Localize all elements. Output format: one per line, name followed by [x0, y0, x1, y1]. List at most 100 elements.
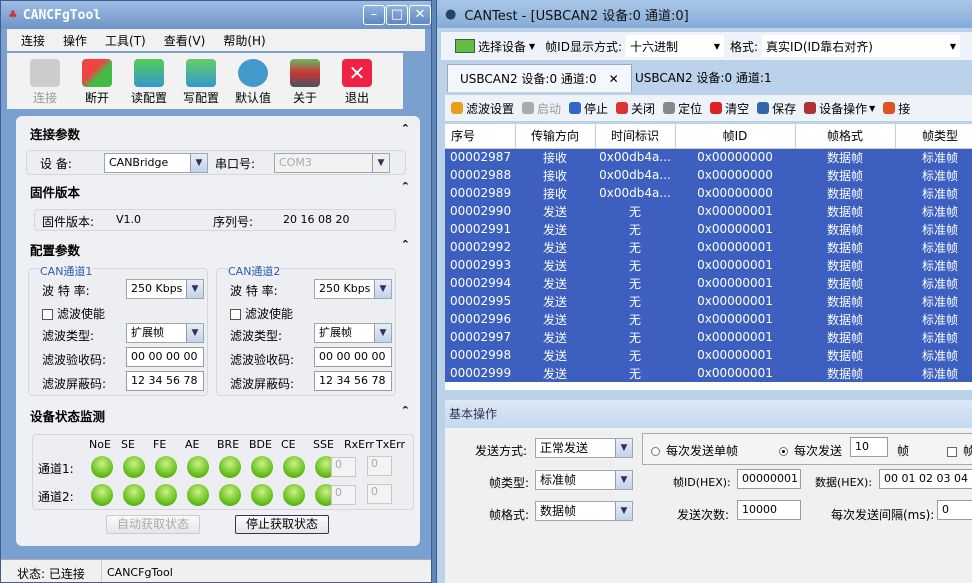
table-row[interactable]: 00002998 发送 无 0x00000001 数据帧 标准帧 — [445, 346, 972, 364]
collapse-icon[interactable]: ⌃ — [401, 404, 410, 417]
id-mode-select[interactable]: 十六进制 ▼ — [626, 35, 724, 57]
acceptance-code-input[interactable]: 00 00 00 00 — [126, 347, 204, 367]
column-header[interactable]: 帧类型 — [895, 124, 972, 149]
about-button[interactable]: 关于 — [279, 53, 331, 109]
single-frame-radio[interactable]: 每次发送单帧 — [651, 442, 738, 459]
table-cell: 标准帧 — [921, 150, 958, 165]
tool-device-ops-button[interactable]: 设备操作 ▼ — [804, 100, 875, 117]
filter-enable-checkbox[interactable]: 滤波使能 — [230, 305, 293, 322]
frame-format-select[interactable]: 数据帧 ▼ — [535, 501, 633, 521]
column-header[interactable]: 帧格式 — [795, 124, 896, 149]
disconnect-button[interactable]: 断开 — [71, 53, 123, 109]
port-select[interactable]: COM3 ▼ — [274, 153, 390, 173]
menu-view[interactable]: 查看(V) — [164, 32, 206, 49]
filter-enable-checkbox[interactable]: 滤波使能 — [42, 305, 105, 322]
exit-button[interactable]: ✕ 退出 — [331, 53, 383, 109]
menu-connect[interactable]: 连接 — [21, 32, 45, 49]
column-header[interactable]: 时间标识 — [595, 124, 676, 149]
table-cell: 数据帧 — [826, 258, 863, 273]
tab-channel-1[interactable]: USBCAN2 设备:0 通道:1 — [623, 64, 784, 92]
tool-receive-button[interactable]: 接 — [883, 100, 910, 117]
tool-locate-button[interactable]: 定位 — [663, 100, 702, 117]
collapse-icon[interactable]: ⌃ — [401, 180, 410, 193]
status-column-header: TxErr — [376, 438, 406, 451]
extra-checkbox[interactable]: 帧 — [947, 442, 972, 459]
interval-input[interactable]: 0 — [937, 500, 972, 520]
table-row[interactable]: 00002993 发送 无 0x00000001 数据帧 标准帧 — [445, 256, 972, 274]
data-input[interactable]: 00 01 02 03 04 — [879, 469, 972, 489]
table-cell: 0x00000001 — [697, 330, 773, 344]
table-row[interactable]: 00002989 接收 0x00db4a... 0x00000000 数据帧 标准帧 — [445, 184, 972, 202]
tx-error-count: 0 — [367, 456, 392, 476]
write-config-icon — [186, 59, 216, 87]
table-cell: 数据帧 — [826, 168, 863, 183]
column-header[interactable]: 传输方向 — [515, 124, 596, 149]
mask-code-label: 滤波屏蔽码: — [42, 377, 107, 391]
close-button[interactable]: ✕ — [409, 5, 431, 25]
table-row[interactable]: 00002990 发送 无 0x00000001 数据帧 标准帧 — [445, 202, 972, 220]
tool-start-button[interactable]: 启动 — [522, 100, 561, 117]
device-label: 设 备: — [40, 157, 72, 171]
table-row[interactable]: 00002999 发送 无 0x00000001 数据帧 标准帧 — [445, 364, 972, 382]
multi-count-input[interactable]: 10 — [850, 437, 888, 457]
baud-select[interactable]: 250 Kbps ▼ — [314, 279, 392, 299]
table-cell: 数据帧 — [826, 348, 863, 363]
tab-channel-0[interactable]: USBCAN2 设备:0 通道:0 ✕ — [447, 64, 632, 92]
collapse-icon[interactable]: ⌃ — [401, 238, 410, 251]
stop-status-button[interactable]: 停止获取状态 — [235, 515, 329, 534]
acceptance-code-input[interactable]: 00 00 00 00 — [314, 347, 392, 367]
mask-code-input[interactable]: 12 34 56 78 — [126, 371, 204, 391]
baud-select[interactable]: 250 Kbps ▼ — [126, 279, 204, 299]
menu-operate[interactable]: 操作 — [63, 32, 87, 49]
send-count-input[interactable]: 10000 — [737, 500, 801, 520]
device-select[interactable]: CANBridge ▼ — [104, 153, 208, 173]
tool-filter-button[interactable]: 滤波设置 — [451, 100, 514, 117]
collapse-icon[interactable]: ⌃ — [401, 122, 410, 135]
id-mode-label: 帧ID显示方式: — [545, 39, 622, 54]
status-led — [283, 456, 305, 478]
menu-tools[interactable]: 工具(T) — [105, 32, 146, 49]
table-row[interactable]: 00002995 发送 无 0x00000001 数据帧 标准帧 — [445, 292, 972, 310]
rx-error-count: 0 — [331, 485, 356, 505]
minimize-button[interactable]: – — [363, 5, 385, 25]
table-row[interactable]: 00002996 发送 无 0x00000001 数据帧 标准帧 — [445, 310, 972, 328]
table-row[interactable]: 00002987 接收 0x00db4a... 0x00000000 数据帧 标准帧 — [445, 148, 972, 166]
status-column-header: CE — [281, 438, 296, 451]
table-cell: 数据帧 — [826, 366, 863, 381]
column-header[interactable]: 帧ID — [675, 124, 796, 149]
write-config-button[interactable]: 写配置 — [175, 53, 227, 109]
table-row[interactable]: 00002992 发送 无 0x00000001 数据帧 标准帧 — [445, 238, 972, 256]
multi-frame-radio[interactable]: 每次发送 — [779, 442, 842, 459]
tool-close-button[interactable]: 关闭 — [616, 100, 655, 117]
tool-stop-button[interactable]: 停止 — [569, 100, 608, 117]
filter-type-select[interactable]: 扩展帧 ▼ — [314, 323, 392, 343]
default-button[interactable]: 默认值 — [227, 53, 279, 109]
serial-label: 序列号: — [213, 215, 254, 229]
close-tab-icon[interactable]: ✕ — [609, 72, 619, 86]
select-device-button[interactable]: 选择设备 — [478, 38, 526, 55]
read-config-button[interactable]: 读配置 — [123, 53, 175, 109]
baud-label: 波 特 率: — [230, 284, 278, 298]
tool-clear-button[interactable]: 清空 — [710, 100, 749, 117]
table-cell: 00002988 — [450, 168, 512, 182]
frame-type-select[interactable]: 标准帧 ▼ — [535, 470, 633, 490]
table-row[interactable]: 00002997 发送 无 0x00000001 数据帧 标准帧 — [445, 328, 972, 346]
column-header[interactable]: 序号 — [445, 124, 516, 149]
table-row[interactable]: 00002991 发送 无 0x00000001 数据帧 标准帧 — [445, 220, 972, 238]
auto-status-button[interactable]: 自动获取状态 — [106, 515, 200, 534]
mask-code-input[interactable]: 12 34 56 78 — [314, 371, 392, 391]
status-led — [187, 456, 209, 478]
table-row[interactable]: 00002994 发送 无 0x00000001 数据帧 标准帧 — [445, 274, 972, 292]
channel-title: CAN通道1 — [40, 263, 93, 279]
connect-button[interactable]: 连接 — [19, 53, 71, 109]
maximize-button[interactable]: □ — [386, 5, 408, 25]
tool-save-button[interactable]: 保存 — [757, 100, 796, 117]
status-app: CANCFgTool — [107, 566, 173, 579]
filter-type-select[interactable]: 扩展帧 ▼ — [126, 323, 204, 343]
table-cell: 0x00000001 — [697, 240, 773, 254]
table-row[interactable]: 00002988 接收 0x00db4a... 0x00000000 数据帧 标准帧 — [445, 166, 972, 184]
frame-id-input[interactable]: 00000001 — [737, 469, 801, 489]
send-mode-select[interactable]: 正常发送 ▼ — [535, 438, 633, 458]
format-select[interactable]: 真实ID(ID靠右对齐) ▼ — [762, 35, 961, 57]
menu-help[interactable]: 帮助(H) — [223, 32, 265, 49]
